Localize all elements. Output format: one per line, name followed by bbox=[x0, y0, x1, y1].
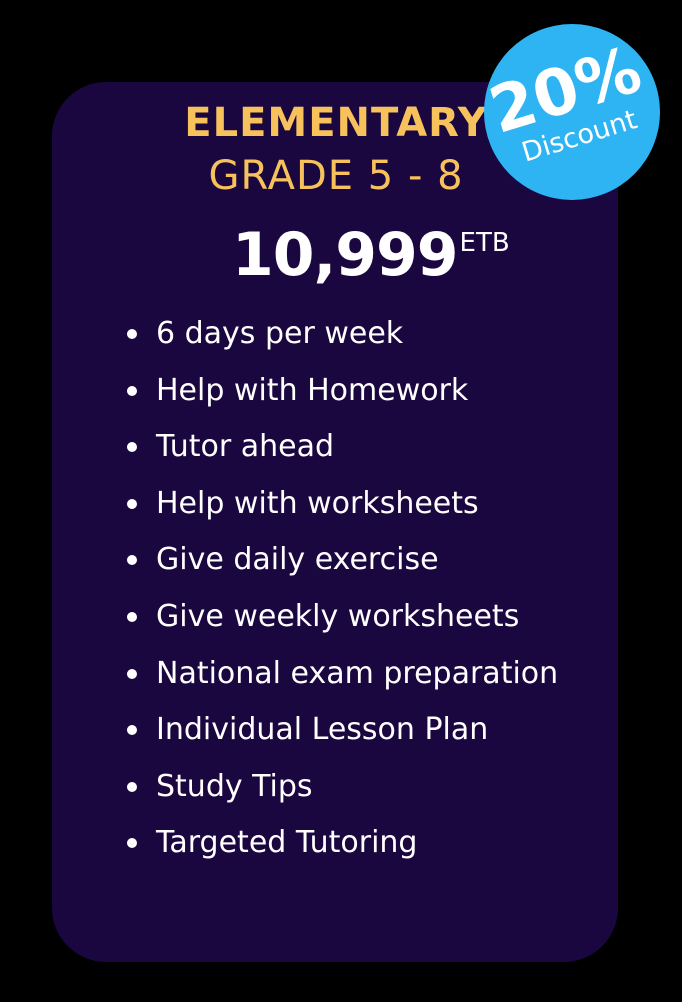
feature-item: 6 days per week bbox=[120, 308, 558, 365]
bullet-icon bbox=[127, 555, 137, 566]
feature-label: Tutor ahead bbox=[156, 429, 335, 465]
price: 10,999ETB bbox=[232, 220, 510, 290]
feature-item: Give weekly worksheets bbox=[120, 591, 558, 648]
feature-item: Help with worksheets bbox=[120, 478, 558, 535]
discount-badge-content: 20% Discount bbox=[484, 24, 660, 200]
page: ELEMENTARY GRADE 5 - 8 10,999ETB 6 days … bbox=[0, 0, 682, 1002]
price-amount: 10,999 bbox=[232, 220, 459, 290]
bullet-icon bbox=[127, 725, 137, 736]
bullet-icon bbox=[127, 498, 137, 509]
bullet-icon bbox=[127, 385, 137, 396]
feature-list: 6 days per week Help with Homework Tutor… bbox=[120, 308, 558, 874]
bullet-icon bbox=[127, 668, 137, 679]
feature-item: Individual Lesson Plan bbox=[120, 704, 558, 761]
bullet-icon bbox=[127, 329, 137, 339]
discount-badge: 20% Discount bbox=[484, 24, 660, 200]
bullet-icon bbox=[127, 611, 137, 622]
feature-label: Help with worksheets bbox=[156, 485, 479, 521]
feature-item: Give daily exercise bbox=[120, 534, 558, 591]
feature-item: Help with Homework bbox=[120, 365, 558, 422]
bullet-icon bbox=[127, 838, 137, 849]
feature-label: Targeted Tutoring bbox=[156, 825, 418, 861]
bullet-icon bbox=[127, 781, 137, 792]
feature-label: Study Tips bbox=[156, 768, 313, 804]
feature-label: Give daily exercise bbox=[156, 542, 439, 578]
bullet-icon bbox=[127, 442, 137, 453]
feature-item: Tutor ahead bbox=[120, 421, 558, 478]
feature-item: Study Tips bbox=[120, 761, 558, 818]
price-currency: ETB bbox=[459, 228, 510, 258]
feature-label: National exam preparation bbox=[156, 655, 559, 691]
feature-label: 6 days per week bbox=[156, 316, 404, 351]
feature-item: Targeted Tutoring bbox=[120, 817, 558, 874]
feature-label: Individual Lesson Plan bbox=[156, 712, 489, 748]
feature-item: National exam preparation bbox=[120, 648, 558, 705]
feature-label: Give weekly worksheets bbox=[156, 598, 520, 634]
feature-label: Help with Homework bbox=[156, 372, 469, 408]
